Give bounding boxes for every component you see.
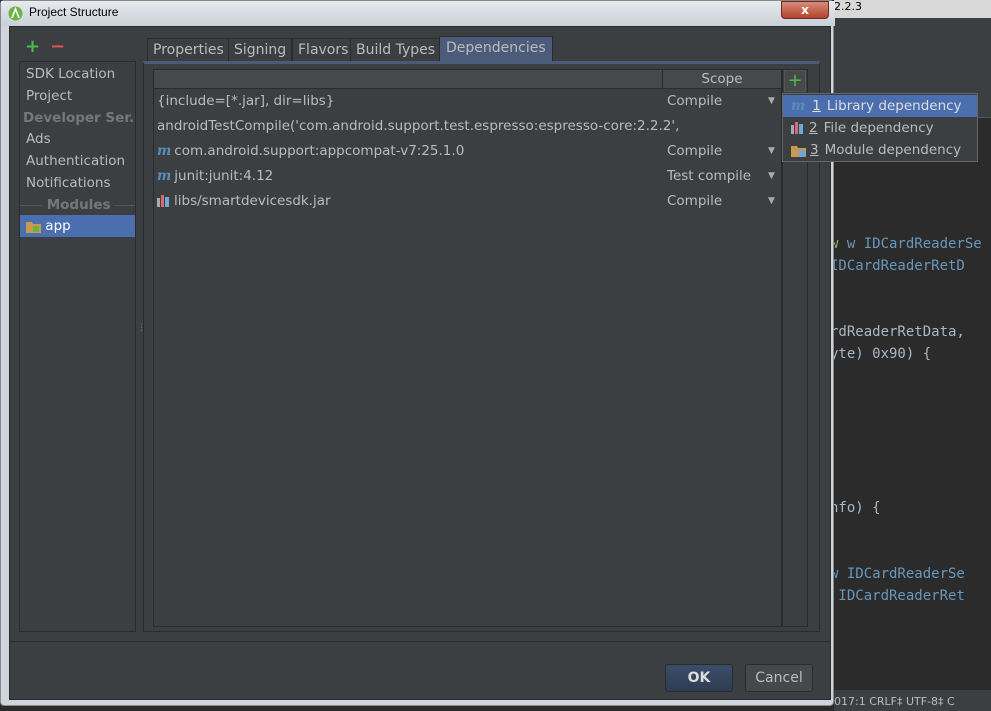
chevron-down-icon[interactable]: ▼ xyxy=(768,189,775,213)
title-bar[interactable]: Project Structure x xyxy=(1,1,835,26)
sidebar-item-ads[interactable]: Ads xyxy=(20,128,135,150)
scope-select[interactable]: Compile xyxy=(667,89,722,113)
code-line: IDCardReaderRetD xyxy=(830,258,965,274)
tab-signing[interactable]: Signing xyxy=(228,38,293,61)
android-studio-icon xyxy=(8,6,23,21)
add-icon[interactable]: + xyxy=(25,36,40,57)
chevron-down-icon[interactable]: ▼ xyxy=(768,139,775,163)
jar-icon xyxy=(157,195,169,207)
tab-properties[interactable]: Properties xyxy=(147,38,230,61)
sidebar: SDK Location Project Developer Ser... Ad… xyxy=(19,61,136,632)
table-row[interactable]: m junit:junit:4.12 Test compile ▼ xyxy=(154,164,781,189)
maven-icon: m xyxy=(157,168,172,184)
table-row[interactable]: androidTestCompile('com.android.support.… xyxy=(154,114,781,139)
table-row[interactable]: libs/smartdevicesdk.jar Compile ▼ xyxy=(154,189,781,214)
ide-top-text: 2.2.3 xyxy=(834,0,991,18)
menu-item-module-dependency[interactable]: 3 Module dependency xyxy=(783,139,977,161)
dependencies-table: Scope {include=[*.jar], dir=libs} Compile… xyxy=(153,69,782,627)
ide-status-bar: 017:1 CRLF‡ UTF-8‡ C xyxy=(834,690,991,711)
maven-icon: m xyxy=(791,98,806,114)
menu-item-file-dependency[interactable]: 2 File dependency xyxy=(783,117,977,139)
module-folder-icon xyxy=(26,221,41,233)
scope-select[interactable]: Test compile xyxy=(667,164,751,188)
sidebar-item-project[interactable]: Project xyxy=(20,85,135,107)
jar-icon xyxy=(791,122,803,134)
chevron-down-icon[interactable]: ▼ xyxy=(768,164,775,188)
table-row[interactable]: m com.android.support:appcompat-v7:25.1.0… xyxy=(154,139,781,164)
table-row[interactable]: {include=[*.jar], dir=libs} Compile ▼ xyxy=(154,89,781,114)
scope-select[interactable]: Compile xyxy=(667,189,722,213)
tab-flavors[interactable]: Flavors xyxy=(292,38,355,61)
code-line: yte) 0x90) { xyxy=(830,346,932,362)
module-folder-icon xyxy=(791,145,806,157)
window-title: Project Structure xyxy=(29,5,119,19)
code-line: nfo) { xyxy=(830,500,881,516)
scope-select[interactable]: Compile xyxy=(667,139,722,163)
sidebar-item-app[interactable]: app xyxy=(20,215,135,237)
maven-icon: m xyxy=(157,143,172,159)
chevron-down-icon[interactable]: ▼ xyxy=(768,89,775,113)
code-line: IDCardReaderRet xyxy=(830,588,965,604)
tab-dependencies[interactable]: Dependencies xyxy=(439,36,553,61)
divider xyxy=(9,641,831,642)
code-line: w IDCardReaderSe xyxy=(830,566,965,582)
sidebar-item-authentication[interactable]: Authentication xyxy=(20,150,135,172)
remove-icon[interactable]: − xyxy=(50,36,65,57)
column-header-scope[interactable]: Scope xyxy=(662,70,781,89)
tab-build-types[interactable]: Build Types xyxy=(350,38,442,61)
project-structure-dialog: Project Structure x + − SDK Location Pro… xyxy=(0,0,978,706)
table-header: Scope xyxy=(154,70,781,89)
add-dependency-button[interactable]: + xyxy=(784,70,806,92)
sidebar-item-notifications[interactable]: Notifications xyxy=(20,172,135,194)
close-button[interactable]: x xyxy=(781,1,829,19)
sidebar-header-developer-services: Developer Ser... xyxy=(23,110,135,126)
menu-item-library-dependency[interactable]: m 1 Library dependency xyxy=(783,95,977,117)
ok-button[interactable]: OK xyxy=(665,664,733,692)
cancel-button[interactable]: Cancel xyxy=(745,664,813,692)
code-line: rdReaderRetData, xyxy=(830,324,965,340)
sidebar-header-modules: Modules xyxy=(20,194,135,216)
code-line: w w IDCardReaderSe xyxy=(830,236,982,252)
add-dependency-popup: m 1 Library dependency 2 File dependency 3M… xyxy=(782,93,978,162)
sidebar-item-sdk-location[interactable]: SDK Location xyxy=(20,63,135,85)
